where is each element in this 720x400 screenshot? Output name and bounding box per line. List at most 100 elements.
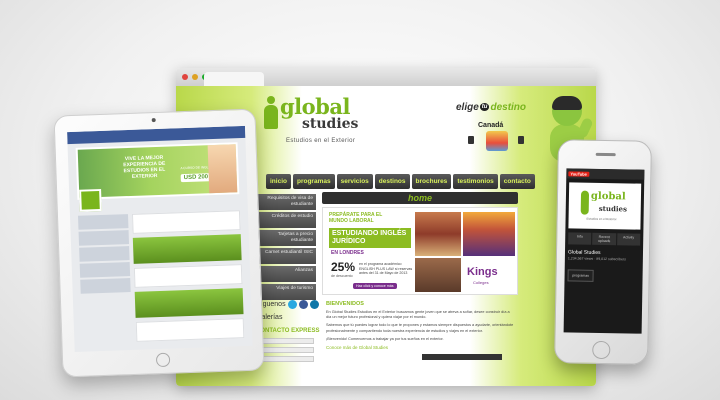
banner-kings-logo: Kings — [467, 266, 498, 278]
welcome-paragraph-1: En Global Studies Estudios en el Exterio… — [326, 310, 510, 320]
cover-price: USD 200 — [180, 173, 212, 183]
contact-email-field[interactable] — [256, 347, 314, 353]
site-header: global studies Estudios en el Exterior e… — [246, 86, 594, 162]
banner-photo-london — [463, 212, 515, 256]
contact-message-field[interactable] — [256, 356, 314, 362]
nav-item-inicio[interactable]: inicio — [266, 174, 291, 189]
linkedin-icon[interactable] — [309, 300, 319, 309]
banner-ingles-text: ESTUDIANDO INGLÉS JURÍDICO — [329, 228, 411, 248]
tab-info[interactable]: Info — [568, 232, 592, 245]
banner-promo-text: en el programa académico ENGLISH PLUS LA… — [359, 262, 413, 276]
tab-activity[interactable]: Activity — [616, 233, 641, 246]
channel-brand-mark[interactable]: programas — [567, 269, 594, 282]
phone-device: YouTube global studies Estudios en el Ex… — [554, 139, 652, 365]
cover-headline: VIVE LA MEJOR EXPERIENCIA DE ESTUDIOS EN… — [123, 154, 166, 180]
nav-item-testimonios[interactable]: testimonios — [453, 174, 498, 189]
nav-item-contacto[interactable]: contacto — [499, 174, 535, 189]
country-image[interactable] — [486, 131, 508, 151]
facebook-timeline — [131, 210, 245, 346]
banner-londres-text: EN LONDRES — [331, 250, 364, 256]
logo-figure-icon — [264, 96, 278, 132]
social-links: Síguenos — [256, 300, 319, 309]
welcome-paragraph-2: Sabemos que tú puedes lograr todo lo que… — [326, 323, 514, 333]
sidebar-item-creditos[interactable]: Créditos de estudio — [254, 212, 316, 228]
logo-word-studies[interactable]: studies — [302, 116, 358, 132]
list-item[interactable] — [80, 278, 131, 294]
home-button-icon[interactable] — [592, 340, 611, 360]
elige-text: elige — [456, 102, 479, 113]
tablet-device: VIVE LA MEJOR EXPERIENCIA DE ESTUDIOS EN… — [53, 108, 265, 378]
list-item[interactable] — [79, 262, 131, 278]
channel-title: Global Studies — [567, 249, 601, 256]
contact-express-heading: CONTACTO EXPRESS — [256, 328, 320, 334]
close-window-icon[interactable] — [182, 74, 188, 80]
profile-picture[interactable] — [79, 188, 102, 212]
channel-tabs: Info Recent uploads Activity — [568, 232, 641, 246]
banner-photo-street — [415, 258, 461, 292]
carousel-prev-icon[interactable] — [468, 136, 474, 144]
channel-logo-studies: studies — [598, 203, 628, 214]
more-about-link[interactable]: Conoce más de Global Studies — [326, 345, 518, 350]
welcome-heading: BIENVENIDOS — [326, 301, 364, 307]
contact-name-field[interactable] — [256, 338, 314, 344]
phone-screen: YouTube global studies Estudios en el Ex… — [563, 168, 645, 334]
timeline-post[interactable] — [133, 264, 243, 288]
elige-tu-destino-heading: elige tu destino — [456, 102, 526, 113]
twitter-icon[interactable] — [287, 300, 297, 309]
channel-logo-global: global — [590, 190, 626, 203]
timeline-post[interactable] — [131, 210, 241, 234]
carousel-next-icon[interactable] — [518, 136, 524, 144]
cover-photo — [207, 144, 238, 194]
promo-banner[interactable]: PREPÁRATE PARA EL MUNDO LABORAL ESTUDIAN… — [322, 207, 518, 295]
timeline-post-image[interactable] — [134, 288, 244, 318]
list-item[interactable] — [78, 230, 130, 246]
browser-chrome — [176, 68, 596, 86]
sidebar-item-tarjetas[interactable]: Tarjetas a precio estudiante — [254, 230, 316, 246]
banner-more-button[interactable]: Haz click y conoce más — [353, 283, 397, 289]
nav-item-brochures[interactable]: brochures — [411, 174, 452, 189]
main-nav: inicio programas servicios destinos broc… — [266, 174, 535, 189]
tab-uploads[interactable]: Recent uploads — [592, 232, 616, 246]
youtube-logo-icon[interactable]: YouTube — [568, 170, 589, 177]
logo-tagline: Estudios en el Exterior — [286, 138, 356, 144]
sidebar-item-visa[interactable]: Requisitos de visa de estudiante — [254, 194, 316, 210]
logo-figure-icon — [580, 190, 590, 215]
destino-text: destino — [490, 102, 527, 113]
camera-icon — [151, 118, 156, 123]
tu-badge: tu — [479, 103, 490, 112]
nav-item-destinos[interactable]: destinos — [374, 174, 410, 189]
nav-item-programas[interactable]: programas — [292, 174, 335, 189]
facebook-left-column — [78, 214, 131, 296]
timeline-post[interactable] — [135, 318, 245, 342]
page-title: home — [322, 192, 518, 204]
content-footer-bar — [422, 354, 502, 361]
main-content: home PREPÁRATE PARA EL MUNDO LABORAL EST… — [322, 192, 518, 361]
banner-photo-building — [415, 212, 461, 256]
banner-discount: 25% — [331, 260, 356, 274]
youtube-topbar: YouTube — [566, 168, 645, 180]
tablet-screen: VIVE LA MEJOR EXPERIENCIA DE ESTUDIOS EN… — [67, 125, 253, 353]
facebook-icon[interactable] — [298, 300, 308, 309]
minimize-window-icon[interactable] — [192, 74, 198, 80]
channel-stats: 1,234,567 views · 89,012 subscribers — [567, 256, 626, 262]
nav-item-servicios[interactable]: servicios — [336, 174, 373, 189]
timeline-post-image[interactable] — [132, 234, 242, 264]
contact-form — [256, 338, 314, 365]
list-item[interactable] — [79, 246, 130, 262]
sidebar-item-alianzas[interactable]: Alianzas — [254, 266, 316, 282]
facebook-topbar — [67, 125, 246, 145]
channel-banner[interactable]: global studies Estudios en el Exterior — [568, 182, 642, 230]
banner-discount-desc: de descuento — [331, 274, 353, 278]
browser-tab[interactable] — [204, 72, 264, 86]
home-button-icon[interactable] — [155, 352, 171, 368]
sidebar-item-viajes[interactable]: Viajes de turismo — [254, 284, 316, 300]
welcome-paragraph-3: ¡Bienvenido! Comencemos a trabajar ya po… — [326, 336, 444, 341]
sidebar: Requisitos de visa de estudiante Crédito… — [254, 194, 316, 302]
banner-colleges-text: Colleges — [473, 280, 489, 285]
speaker-icon — [595, 152, 616, 157]
channel-tagline: Estudios en el Exterior — [586, 216, 617, 222]
list-item[interactable] — [78, 214, 129, 230]
banner-prep-text: PREPÁRATE PARA EL MUNDO LABORAL — [329, 212, 383, 224]
sidebar-item-isic[interactable]: Carnet estudiantil ISIC — [254, 248, 316, 264]
destination-carousel: Canadá — [468, 122, 526, 154]
